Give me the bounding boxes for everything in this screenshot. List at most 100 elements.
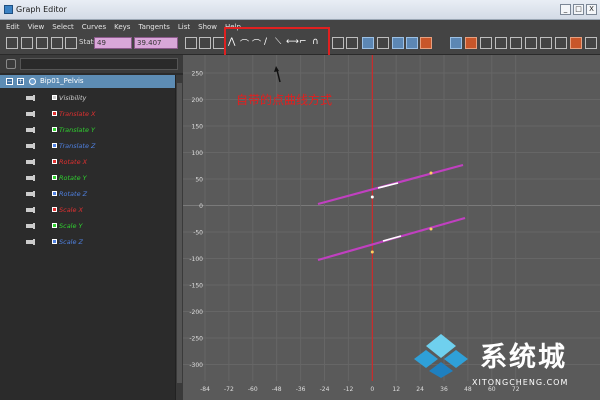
time-snap-icon[interactable] [480,37,492,49]
frame-all-icon[interactable] [185,37,197,49]
menu-keys[interactable]: Keys [114,23,130,31]
minimize-button[interactable]: _ [560,4,571,15]
attribute-row[interactable]: Scale Y [0,219,175,234]
y-tick-label: -50 [193,230,203,237]
outliner-search-input[interactable] [20,58,178,70]
attribute-row[interactable]: Translate X [0,107,175,122]
key-icon [26,207,35,213]
break-tangents-icon[interactable] [377,37,389,49]
move-key-tool-icon[interactable] [6,37,18,49]
attribute-label: Scale Z [59,238,84,246]
watermark-url: XITONGCHENG.COM [472,378,569,387]
trax-editor-icon[interactable] [585,37,597,49]
watermark-text: 系统城 [480,342,567,373]
x-tick-label: -72 [224,386,234,393]
x-tick-label: 24 [416,386,424,393]
outliner-scroll-thumb[interactable] [177,83,182,383]
pre-infinity-icon[interactable] [540,37,552,49]
auto-load-icon[interactable] [450,37,462,49]
attribute-label: Scale Y [59,222,83,230]
attribute-color-swatch [52,239,57,244]
annotation-arrow-head [274,66,279,72]
menu-view[interactable]: View [28,23,45,31]
post-infinity-icon[interactable] [555,37,567,49]
key-icon [26,175,35,181]
stats-frame-field[interactable]: 49 [94,37,132,49]
attribute-label: Scale X [59,206,84,214]
x-tick-label: -36 [296,386,306,393]
joint-icon [29,78,36,85]
x-tick-label: -84 [200,386,210,393]
key-icon [26,95,35,101]
expand-icon[interactable]: − [6,78,13,85]
x-tick-label: 48 [464,386,472,393]
attribute-row[interactable]: Translate Y [0,123,175,138]
attribute-row[interactable]: Scale X [0,203,175,218]
tangent-spline-icon[interactable] [332,37,344,49]
menu-curves[interactable]: Curves [82,23,106,31]
value-snap-icon[interactable] [495,37,507,49]
attribute-label: Translate Z [59,142,96,150]
menu-tangents[interactable]: Tangents [138,23,169,31]
normalize-icon[interactable] [510,37,522,49]
curve-lower-selected-segment [382,235,402,242]
key-icon [26,143,35,149]
attribute-row[interactable]: Rotate Z [0,187,175,202]
node-type-icon: + [17,78,24,85]
menu-list[interactable]: List [178,23,190,31]
x-tick-label: -60 [248,386,258,393]
key-icon [26,223,35,229]
key-point [370,195,374,199]
y-tick-label: -100 [189,256,203,263]
key-icon [26,127,35,133]
tangent-clamped-icon[interactable] [346,37,358,49]
frame-selection-icon[interactable] [199,37,211,49]
menu-edit[interactable]: Edit [6,23,20,31]
key-point [370,250,374,254]
annotation-text: 自带的点曲线方式 [236,93,333,107]
attribute-color-swatch [52,207,57,212]
menu-select[interactable]: Select [52,23,74,31]
x-tick-label: -48 [272,386,282,393]
outliner-node-row[interactable]: − + Bip01_Pelvis [0,75,175,88]
free-tangent-weight-icon[interactable] [406,37,418,49]
watermark-logo-icon [414,334,468,378]
stats-value-field[interactable]: 39.407 [134,37,178,49]
attribute-row[interactable]: Scale Z [0,235,175,250]
y-tick-label: 0 [199,203,203,210]
attribute-row[interactable]: Visibility [0,91,175,106]
annotation-arrow [276,69,281,83]
lock-tangent-weight-icon[interactable] [420,37,432,49]
attribute-color-swatch [52,95,57,100]
dope-sheet-icon[interactable] [570,37,582,49]
attribute-color-swatch [52,191,57,196]
lattice-tool-icon[interactable] [36,37,48,49]
y-tick-label: -150 [189,283,203,290]
denormalize-icon[interactable] [525,37,537,49]
outliner-search-row [0,55,183,73]
filter-icon[interactable] [6,59,16,69]
attribute-row[interactable]: Translate Z [0,139,175,154]
menu-show[interactable]: Show [198,23,217,31]
load-selected-icon[interactable] [465,37,477,49]
attribute-label: Visibility [59,94,87,102]
node-label: Bip01_Pelvis [40,77,84,85]
curve-upper-selected-segment [377,182,399,189]
attribute-row[interactable]: Rotate X [0,155,175,170]
attribute-label: Translate Y [59,126,96,134]
window-title: Graph Editor [16,5,67,14]
close-button[interactable]: X [586,4,597,15]
retime-tool-icon[interactable] [65,37,77,49]
title-bar: Graph Editor _ □ X [0,0,600,20]
unify-tangents-icon[interactable] [392,37,404,49]
insert-key-tool-icon[interactable] [21,37,33,49]
attribute-row[interactable]: Rotate Y [0,171,175,186]
buffer-curve-icon[interactable] [362,37,374,49]
maximize-button[interactable]: □ [573,4,584,15]
key-point [429,227,433,231]
y-tick-label: 200 [192,97,204,104]
outliner-scrollbar[interactable] [175,75,183,400]
region-tool-icon[interactable] [51,37,63,49]
key-point [429,171,433,175]
y-tick-label: 150 [192,124,204,131]
